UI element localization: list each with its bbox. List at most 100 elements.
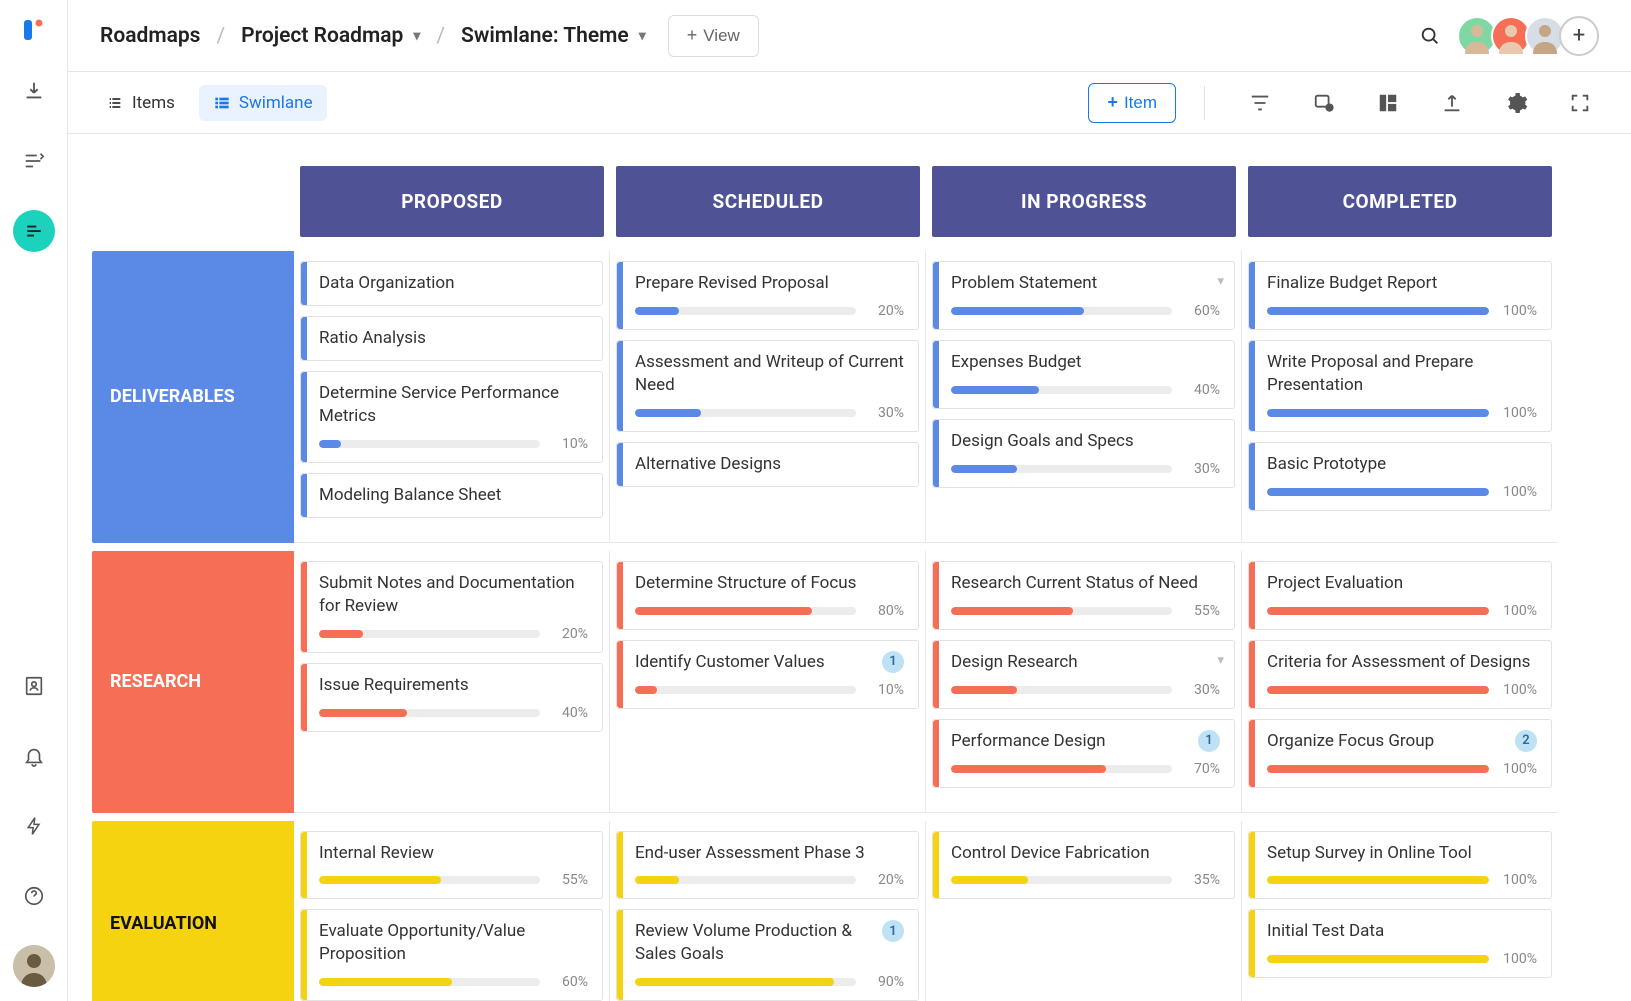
download-icon[interactable] (13, 70, 55, 112)
card[interactable]: Data Organization (300, 261, 603, 306)
lane-label[interactable]: EVALUATION (92, 821, 294, 1001)
card[interactable]: Modeling Balance Sheet (300, 473, 603, 518)
progress-percent: 20% (550, 626, 588, 642)
swimlane-cell[interactable]: Problem Statement▾60% Expenses Budget40% D… (926, 251, 1242, 543)
swimlane-mode-button[interactable]: Swimlane (199, 85, 327, 121)
progress-bar (1267, 765, 1489, 773)
export-icon[interactable] (1439, 90, 1465, 116)
card[interactable]: Design Research▾30% (932, 640, 1235, 709)
card[interactable]: Write Proposal and Prepare Presentation1… (1248, 340, 1552, 432)
add-view-button[interactable]: +View (668, 15, 759, 57)
fullscreen-icon[interactable] (1567, 90, 1593, 116)
card[interactable]: Determine Structure of Focus80% (616, 561, 919, 630)
add-item-button[interactable]: +Item (1088, 83, 1176, 123)
column-header: COMPLETED (1248, 166, 1552, 237)
breadcrumb-root[interactable]: Roadmaps (100, 24, 200, 48)
card[interactable]: Expenses Budget40% (932, 340, 1235, 409)
count-badge: 1 (1198, 730, 1220, 752)
breadcrumb-swimlane[interactable]: Swimlane: Theme ▾ (461, 24, 646, 48)
progress-bar (951, 307, 1172, 315)
card-menu-icon[interactable]: ▾ (1217, 274, 1224, 289)
card[interactable]: Criteria for Assessment of Designs 100% (1248, 640, 1552, 709)
layout-icon[interactable] (1375, 90, 1401, 116)
notifications-icon[interactable] (13, 735, 55, 777)
search-icon[interactable] (1419, 25, 1441, 47)
card[interactable]: Project Evaluation100% (1248, 561, 1552, 630)
card[interactable]: Organize Focus Group2100% (1248, 719, 1552, 788)
progress-percent: 90% (866, 974, 904, 990)
progress-bar (635, 409, 856, 417)
card[interactable]: Ratio Analysis (300, 316, 603, 361)
card-title: Submit Notes and Documentation for Revie… (319, 572, 588, 618)
card-title: Initial Test Data (1267, 920, 1537, 943)
progress-bar (319, 630, 540, 638)
card-title: Prepare Revised Proposal (635, 272, 904, 295)
swimlane-cell[interactable]: Data Organization Ratio Analysis Determine… (294, 251, 610, 543)
list-progress-icon[interactable] (13, 140, 55, 182)
contacts-icon[interactable] (13, 665, 55, 707)
card[interactable]: Design Goals and Specs30% (932, 419, 1235, 488)
card-title: Project Evaluation (1267, 572, 1537, 595)
bolt-icon[interactable] (13, 805, 55, 847)
progress-bar (1267, 955, 1489, 963)
progress-bar (635, 978, 856, 986)
card[interactable]: Finalize Budget Report100% (1248, 261, 1552, 330)
progress-percent: 60% (550, 974, 588, 990)
progress-bar (951, 607, 1172, 615)
app-logo[interactable] (22, 18, 46, 42)
swimlane-cell[interactable]: Determine Structure of Focus80% Identify … (610, 551, 926, 813)
card[interactable]: Basic Prototype100% (1248, 442, 1552, 511)
link-settings-icon[interactable] (1311, 90, 1337, 116)
card[interactable]: Determine Service Performance Metrics10% (300, 371, 603, 463)
card[interactable]: Problem Statement▾60% (932, 261, 1235, 330)
gear-icon[interactable] (1503, 90, 1529, 116)
card[interactable]: Evaluate Opportunity/Value Proposition60… (300, 909, 603, 1001)
help-icon[interactable] (13, 875, 55, 917)
progress-bar (1267, 876, 1489, 884)
card-menu-icon[interactable]: ▾ (1217, 653, 1224, 668)
swimlane-nav-icon[interactable] (13, 210, 55, 252)
lane-label[interactable]: RESEARCH (92, 551, 294, 813)
card-title: Research Current Status of Need (951, 572, 1220, 595)
swimlane-cell[interactable]: Research Current Status of Need55% Design… (926, 551, 1242, 813)
progress-percent: 35% (1182, 872, 1220, 888)
card-title: Setup Survey in Online Tool (1267, 842, 1537, 865)
card[interactable]: Prepare Revised Proposal20% (616, 261, 919, 330)
card[interactable]: Research Current Status of Need55% (932, 561, 1235, 630)
progress-percent: 100% (1499, 682, 1537, 698)
progress-percent: 10% (866, 682, 904, 698)
swimlane-cell[interactable]: Submit Notes and Documentation for Revie… (294, 551, 610, 813)
card[interactable]: Alternative Designs (616, 442, 919, 487)
collaborator-avatars: + (1463, 16, 1599, 56)
card[interactable]: Issue Requirements40% (300, 663, 603, 732)
progress-percent: 80% (866, 603, 904, 619)
current-user-avatar[interactable] (13, 945, 55, 987)
swimlane-cell[interactable]: Internal Review55% Evaluate Opportunity/V… (294, 821, 610, 1001)
progress-bar (635, 307, 856, 315)
filter-icon[interactable] (1247, 90, 1273, 116)
card[interactable]: Initial Test Data100% (1248, 909, 1552, 978)
card[interactable]: Submit Notes and Documentation for Revie… (300, 561, 603, 653)
card[interactable]: Setup Survey in Online Tool100% (1248, 831, 1552, 900)
progress-bar (951, 465, 1172, 473)
progress-percent: 20% (866, 872, 904, 888)
swimlane-cell[interactable]: Prepare Revised Proposal20% Assessment an… (610, 251, 926, 543)
card[interactable]: Assessment and Writeup of Current Need30… (616, 340, 919, 432)
card-title: Criteria for Assessment of Designs (1267, 651, 1537, 674)
breadcrumb-project[interactable]: Project Roadmap ▾ (241, 24, 420, 48)
items-mode-button[interactable]: Items (92, 85, 189, 121)
swimlane-cell[interactable]: Project Evaluation100%Criteria for Asses… (1242, 551, 1558, 813)
lane-label[interactable]: DELIVERABLES (92, 251, 294, 543)
card[interactable]: Performance Design170% (932, 719, 1235, 788)
add-collaborator-button[interactable]: + (1559, 16, 1599, 56)
swimlane-cell[interactable]: Finalize Budget Report100% Write Proposal… (1242, 251, 1558, 543)
swimlane-cell[interactable]: Setup Survey in Online Tool100% Initial T… (1242, 821, 1558, 1001)
card[interactable]: Control Device Fabrication35% (932, 831, 1235, 900)
card[interactable]: Identify Customer Values110% (616, 640, 919, 709)
progress-bar (1267, 488, 1489, 496)
card[interactable]: End-user Assessment Phase 320% (616, 831, 919, 900)
swimlane-cell[interactable]: Control Device Fabrication35% (926, 821, 1242, 1001)
swimlane-cell[interactable]: End-user Assessment Phase 320% Review Vol… (610, 821, 926, 1001)
card[interactable]: Review Volume Production & Sales Goals19… (616, 909, 919, 1001)
card[interactable]: Internal Review55% (300, 831, 603, 900)
